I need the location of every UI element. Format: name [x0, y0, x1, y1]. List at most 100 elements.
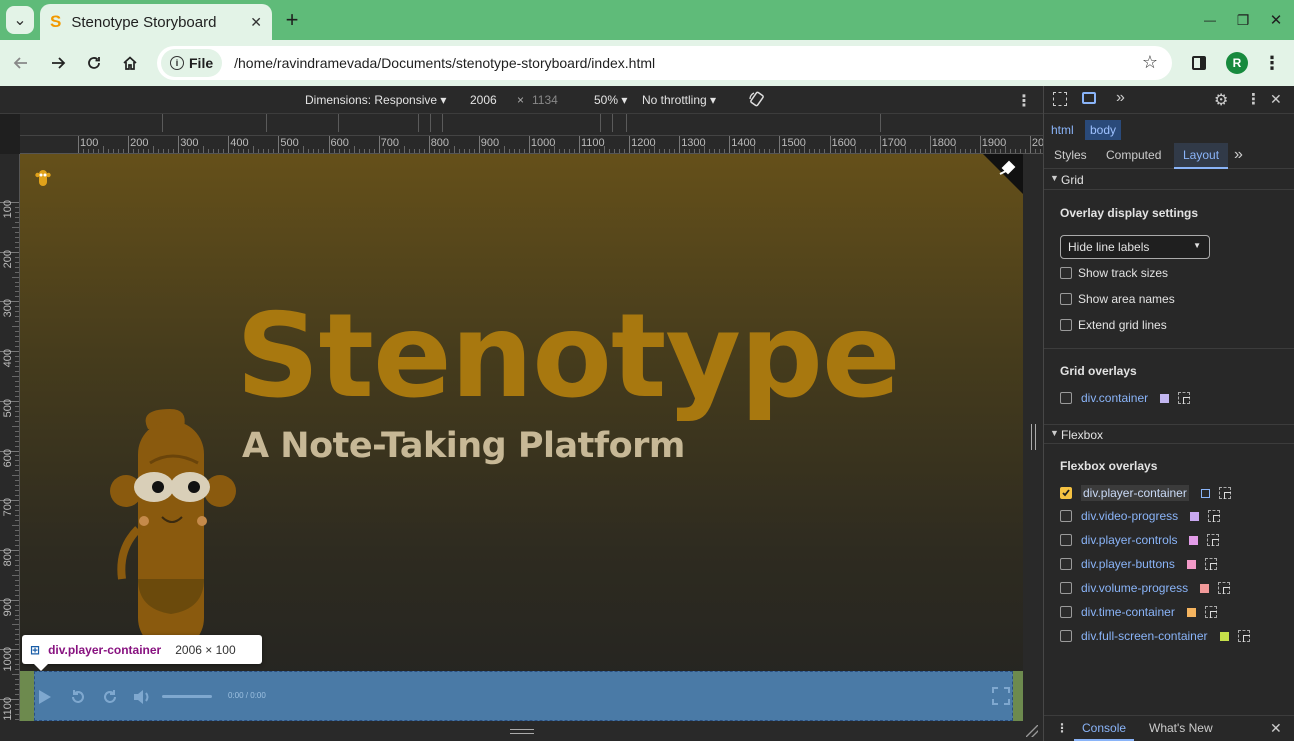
forward-arrow-icon[interactable]: [47, 52, 69, 74]
bookmark-star-icon[interactable]: ☆: [1142, 52, 1158, 73]
restore-button[interactable]: ❐: [1233, 10, 1253, 30]
flexbox-overlay-item[interactable]: div.player-buttons: [1060, 557, 1217, 571]
overlay-checkbox[interactable]: [1060, 606, 1072, 618]
breadcrumb-html[interactable]: html: [1051, 123, 1074, 137]
flexbox-section-header[interactable]: ▼ Flexbox: [1044, 424, 1294, 444]
overlay-label[interactable]: div.player-controls: [1081, 533, 1177, 547]
site-info-chip[interactable]: i File: [161, 49, 223, 77]
overlay-label[interactable]: div.full-screen-container: [1081, 629, 1208, 643]
tab-computed[interactable]: Computed: [1106, 148, 1161, 162]
corner-resize-icon[interactable]: [1026, 725, 1038, 737]
tab-styles[interactable]: Styles: [1054, 148, 1087, 162]
dimensions-select[interactable]: Dimensions: Responsive ▾: [305, 93, 446, 107]
option-show-track-sizes[interactable]: Show track sizes: [1060, 266, 1168, 280]
corner-ribbon-icon[interactable]: [983, 154, 1023, 194]
overlay-checkbox[interactable]: [1060, 510, 1072, 522]
overlay-checkbox[interactable]: [1060, 582, 1072, 594]
devtools-menu-icon[interactable]: ⋮: [1246, 90, 1261, 108]
flexbox-overlay-item[interactable]: div.player-controls: [1060, 533, 1220, 547]
active-tab[interactable]: S Stenotype Storyboard ✕: [40, 4, 272, 40]
highlight-element-icon[interactable]: [1237, 630, 1250, 642]
highlight-element-icon[interactable]: [1204, 606, 1217, 618]
fullscreen-icon[interactable]: [992, 687, 1010, 705]
home-icon[interactable]: [119, 52, 141, 74]
rotate-icon[interactable]: [748, 90, 766, 111]
highlight-element-icon[interactable]: [1218, 582, 1231, 594]
overlay-checkbox[interactable]: [1060, 630, 1072, 642]
profile-avatar[interactable]: R: [1226, 52, 1248, 74]
close-drawer-icon[interactable]: ✕: [1270, 720, 1282, 737]
tab-console[interactable]: Console: [1074, 716, 1135, 741]
line-labels-select[interactable]: Hide line labels ▼: [1060, 235, 1210, 259]
overlay-label[interactable]: div.volume-progress: [1081, 581, 1188, 595]
address-bar[interactable]: i File /home/ravindramevada/Documents/st…: [157, 46, 1172, 80]
more-tabs-icon[interactable]: »: [1116, 89, 1125, 107]
resize-handle-icon[interactable]: [1031, 424, 1036, 450]
color-swatch[interactable]: [1200, 583, 1210, 593]
device-options-icon[interactable]: ⋮: [1016, 91, 1032, 111]
option-extend-grid-lines[interactable]: Extend grid lines: [1060, 318, 1167, 332]
highlight-element-icon[interactable]: [1207, 534, 1220, 546]
tab-close-icon[interactable]: ✕: [250, 14, 262, 31]
flexbox-overlay-item[interactable]: div.player-container: [1060, 485, 1231, 501]
tab-whats-new[interactable]: What's New: [1149, 721, 1213, 735]
close-window-button[interactable]: ✕: [1266, 10, 1286, 30]
overlay-checkbox[interactable]: [1060, 558, 1072, 570]
zoom-select[interactable]: 50% ▾: [594, 93, 627, 107]
tab-search-button[interactable]: ⌄: [6, 6, 34, 34]
overlay-label[interactable]: div.video-progress: [1081, 509, 1178, 523]
color-swatch[interactable]: [1200, 488, 1210, 498]
highlight-element-icon[interactable]: [1178, 392, 1191, 404]
overlay-checkbox[interactable]: [1060, 534, 1072, 546]
highlight-element-icon[interactable]: [1204, 558, 1217, 570]
new-tab-button[interactable]: +: [280, 6, 304, 34]
back-arrow-icon[interactable]: [10, 52, 32, 74]
play-icon[interactable]: [38, 689, 52, 705]
bottom-resize-handle-icon[interactable]: [510, 729, 534, 734]
volume-slider[interactable]: [162, 695, 212, 698]
option-show-area-names[interactable]: Show area names: [1060, 292, 1175, 306]
drawer-menu-icon[interactable]: ⋮: [1056, 721, 1068, 735]
color-swatch[interactable]: [1186, 607, 1196, 617]
resize-gutter-right[interactable]: [1023, 154, 1043, 724]
color-swatch[interactable]: [1160, 393, 1170, 403]
url-text[interactable]: /home/ravindramevada/Documents/stenotype…: [234, 55, 655, 71]
highlight-element-icon[interactable]: [1218, 487, 1231, 499]
width-input[interactable]: 2006: [470, 93, 497, 107]
overlay-checkbox[interactable]: [1060, 487, 1072, 499]
color-swatch[interactable]: [1186, 559, 1196, 569]
video-player-container[interactable]: 0:00 / 0:00: [20, 671, 1023, 721]
reload-icon[interactable]: [83, 52, 105, 74]
side-panel-icon[interactable]: [1192, 56, 1206, 70]
overlay-label[interactable]: div.player-buttons: [1081, 557, 1175, 571]
mascot-logo-icon[interactable]: [34, 166, 52, 190]
overlay-label[interactable]: div.player-container: [1081, 485, 1189, 501]
grid-overlay-container[interactable]: div.container: [1060, 391, 1191, 405]
browser-menu-icon[interactable]: ⋮: [1263, 52, 1281, 74]
flexbox-overlay-item[interactable]: div.volume-progress: [1060, 581, 1231, 595]
flexbox-overlay-item[interactable]: div.full-screen-container: [1060, 629, 1250, 643]
color-swatch[interactable]: [1189, 535, 1199, 545]
color-swatch[interactable]: [1219, 631, 1229, 641]
color-swatch[interactable]: [1190, 511, 1200, 521]
rewind-icon[interactable]: [70, 689, 86, 705]
close-devtools-icon[interactable]: ✕: [1270, 91, 1282, 108]
device-toggle-icon[interactable]: [1082, 92, 1096, 104]
settings-gear-icon[interactable]: ⚙: [1214, 90, 1228, 110]
minimize-button[interactable]: —: [1200, 10, 1220, 30]
breadcrumb-body[interactable]: body: [1085, 120, 1122, 140]
inspect-element-icon[interactable]: [1053, 92, 1067, 106]
media-query-bar[interactable]: [20, 114, 1043, 136]
grid-section-header[interactable]: ▼ Grid: [1044, 170, 1294, 190]
tab-layout[interactable]: Layout: [1174, 143, 1229, 169]
flexbox-overlay-item[interactable]: div.time-container: [1060, 605, 1217, 619]
height-input[interactable]: 1134: [532, 93, 558, 107]
volume-icon[interactable]: [133, 689, 151, 705]
highlight-element-icon[interactable]: [1208, 510, 1221, 522]
resize-gutter-bottom[interactable]: [0, 721, 1043, 741]
throttling-select[interactable]: No throttling ▾: [642, 93, 716, 107]
forward-icon[interactable]: [102, 689, 118, 705]
flexbox-overlay-item[interactable]: div.video-progress: [1060, 509, 1221, 523]
overlay-label[interactable]: div.time-container: [1081, 605, 1175, 619]
more-sidebar-tabs-icon[interactable]: »: [1234, 146, 1243, 164]
